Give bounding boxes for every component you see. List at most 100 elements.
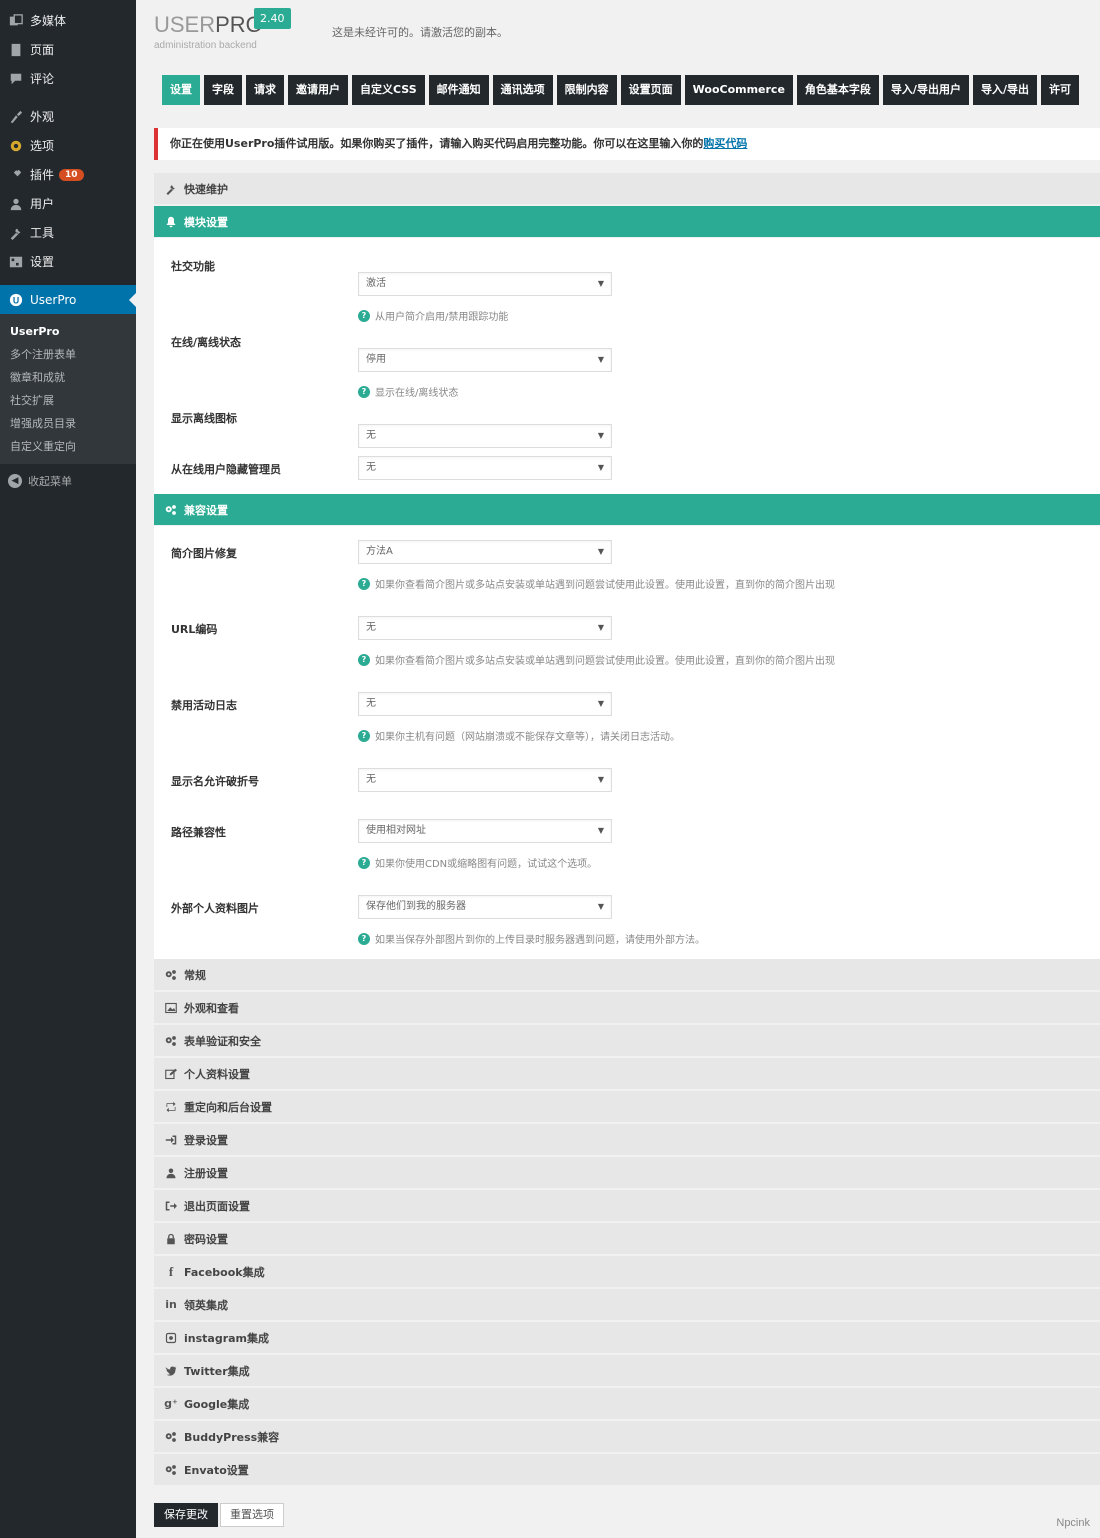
chevron-down-icon: ▼: [597, 355, 604, 364]
tab-import-export[interactable]: 导入/导出: [972, 75, 1037, 105]
section-label: instagram集成: [184, 1331, 270, 1345]
section-linkedin[interactable]: in 领英集成: [154, 1289, 1100, 1321]
section-module-settings[interactable]: 模块设置: [154, 206, 1100, 238]
section-password-settings[interactable]: 密码设置: [154, 1223, 1100, 1255]
twitter-icon: [164, 1364, 178, 1378]
wrench-icon: [164, 182, 178, 196]
section-facebook[interactable]: f Facebook集成: [154, 1256, 1100, 1288]
section-envato[interactable]: Envato设置: [154, 1454, 1100, 1486]
url-encoding-select[interactable]: 无 ▼: [358, 616, 612, 640]
display-name-dash-select[interactable]: 无 ▼: [358, 768, 612, 792]
retweet-icon: [164, 1100, 178, 1114]
trial-notice: 你正在使用UserPro插件试用版。如果你购买了插件，请输入购买代码启用完整功能…: [154, 128, 1100, 160]
setting-label: 路径兼容性: [171, 826, 226, 839]
tab-invite-users[interactable]: 邀请用户: [288, 75, 348, 105]
sidebar-item-options[interactable]: 选项: [0, 131, 136, 160]
sidebar-item-tools[interactable]: 工具: [0, 218, 136, 247]
section-label: Envato设置: [184, 1463, 249, 1477]
section-twitter[interactable]: Twitter集成: [154, 1355, 1100, 1387]
sidebar-item-pages[interactable]: 页面: [0, 35, 136, 64]
sidebar-item-label: 页面: [30, 43, 55, 57]
image-icon: [164, 1001, 178, 1015]
section-compat-settings[interactable]: 兼容设置: [154, 494, 1100, 526]
tab-newsletter[interactable]: 通讯选项: [492, 75, 553, 105]
section-login-settings[interactable]: 登录设置: [154, 1124, 1100, 1156]
submenu-item-userpro[interactable]: UserPro: [0, 320, 136, 343]
submenu-item-redirects[interactable]: 自定义重定向: [0, 435, 136, 458]
save-changes-button[interactable]: 保存更改: [154, 1503, 218, 1527]
activity-log-select[interactable]: 无 ▼: [358, 692, 612, 716]
tab-setup-pages[interactable]: 设置页面: [620, 75, 681, 105]
sidebar-item-label: UserPro: [30, 292, 77, 307]
google-plus-icon: g⁺: [164, 1397, 178, 1410]
submenu-item-badges[interactable]: 徽章和成就: [0, 366, 136, 389]
setting-label: 禁用活动日志: [171, 699, 237, 712]
section-profile-settings[interactable]: 个人资料设置: [154, 1058, 1100, 1090]
online-status-select[interactable]: 停用 ▼: [358, 348, 612, 372]
setting-label: 社交功能: [171, 260, 215, 273]
userpro-submenu: UserPro 多个注册表单 徽章和成就 社交扩展 增强成员目录 自定义重定向: [0, 314, 136, 464]
sidebar-item-userpro[interactable]: U UserPro: [0, 285, 136, 314]
tab-role-fields[interactable]: 角色基本字段: [796, 75, 879, 105]
hide-admin-select[interactable]: 无 ▼: [358, 456, 612, 480]
tab-requests[interactable]: 请求: [246, 75, 284, 105]
reset-options-button[interactable]: 重置选项: [220, 1503, 284, 1527]
section-label: Facebook集成: [184, 1265, 265, 1279]
sidebar-item-users[interactable]: 用户: [0, 189, 136, 218]
section-logout-settings[interactable]: 退出页面设置: [154, 1190, 1100, 1222]
sidebar-item-plugins[interactable]: 插件 10: [0, 160, 136, 189]
section-label: 常规: [184, 968, 206, 982]
settings-icon: [8, 254, 24, 270]
tab-import-export-users[interactable]: 导入/导出用户: [882, 75, 969, 105]
sidebar-item-appearance[interactable]: 外观: [0, 102, 136, 131]
section-instagram[interactable]: instagram集成: [154, 1322, 1100, 1354]
tab-license[interactable]: 许可: [1040, 75, 1079, 105]
sign-in-icon: [164, 1133, 178, 1147]
section-appearance[interactable]: 外观和查看: [154, 992, 1100, 1024]
submenu-item-multi-forms[interactable]: 多个注册表单: [0, 343, 136, 366]
tab-woocommerce[interactable]: WooCommerce: [684, 75, 793, 105]
chevron-down-icon: ▼: [597, 547, 604, 556]
path-compat-select[interactable]: 使用相对网址 ▼: [358, 819, 612, 843]
collapse-menu-button[interactable]: ◀ 收起菜单: [0, 466, 136, 496]
tab-fields[interactable]: 字段: [204, 75, 242, 105]
section-quick-maintenance[interactable]: 快速维护: [154, 173, 1100, 205]
gears-icon: [164, 1034, 178, 1048]
social-feature-select[interactable]: 激活 ▼: [358, 272, 612, 296]
section-form-validation[interactable]: 表单验证和安全: [154, 1025, 1100, 1057]
plugin-update-badge: 10: [59, 168, 84, 181]
external-avatar-select[interactable]: 保存他们到我的服务器 ▼: [358, 895, 612, 919]
setting-help: ? 从用户简介启用/禁用跟踪功能: [358, 308, 508, 323]
sidebar-item-comments[interactable]: 评论: [0, 64, 136, 93]
section-buddypress[interactable]: BuddyPress兼容: [154, 1421, 1100, 1453]
avatar-fix-select[interactable]: 方法A ▼: [358, 540, 612, 564]
sidebar-item-label: 设置: [30, 255, 55, 269]
lock-icon: [164, 1232, 178, 1246]
section-label: 外观和查看: [184, 1001, 239, 1015]
section-register-settings[interactable]: 注册设置: [154, 1157, 1100, 1189]
offline-icon-select[interactable]: 无 ▼: [358, 424, 612, 448]
edit-icon: [164, 1067, 178, 1081]
submenu-item-social[interactable]: 社交扩展: [0, 389, 136, 412]
tab-restrict-content[interactable]: 限制内容: [556, 75, 617, 105]
sidebar-item-media[interactable]: 多媒体: [0, 6, 136, 35]
section-google[interactable]: g⁺ Google集成: [154, 1388, 1100, 1420]
section-redirect-settings[interactable]: 重定向和后台设置: [154, 1091, 1100, 1123]
setting-help: ? 如果你使用CDN或缩略图有问题，试试这个选项。: [358, 855, 597, 870]
plugins-icon: [8, 167, 24, 183]
svg-text:U: U: [13, 295, 19, 305]
sidebar-item-settings[interactable]: 设置: [0, 247, 136, 276]
section-label: BuddyPress兼容: [184, 1430, 280, 1444]
section-label: 注册设置: [184, 1166, 228, 1180]
bell-icon: [164, 215, 178, 229]
sign-out-icon: [164, 1199, 178, 1213]
section-general[interactable]: 常规: [154, 959, 1100, 991]
compat-settings-panel: 简介图片修复 方法A ▼ ? 如果你查看简介图片或多站点安装或单站遇到问题尝试使用此…: [154, 526, 1100, 960]
tab-email-notifications[interactable]: 邮件通知: [428, 75, 489, 105]
tab-settings[interactable]: 设置: [162, 75, 200, 105]
gears-icon: [164, 1463, 178, 1477]
chevron-down-icon: ▼: [597, 699, 604, 708]
tab-custom-css[interactable]: 自定义CSS: [352, 75, 425, 105]
submenu-item-member-directory[interactable]: 增强成员目录: [0, 412, 136, 435]
purchase-code-link[interactable]: 购买代码: [703, 137, 747, 150]
